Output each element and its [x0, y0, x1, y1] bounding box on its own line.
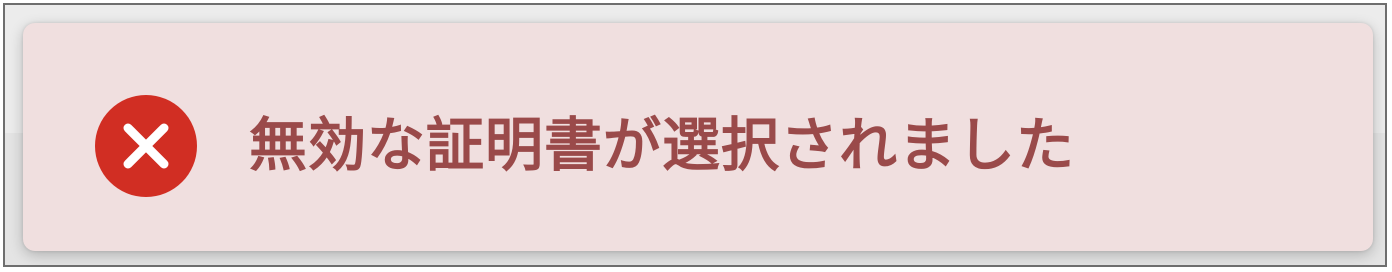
error-message: 無効な証明書が選択されました	[249, 111, 1076, 179]
window-frame: 無効な証明書が選択されました	[3, 3, 1387, 267]
error-x-circle-icon	[95, 95, 197, 197]
error-toast: 無効な証明書が選択されました	[23, 23, 1373, 251]
